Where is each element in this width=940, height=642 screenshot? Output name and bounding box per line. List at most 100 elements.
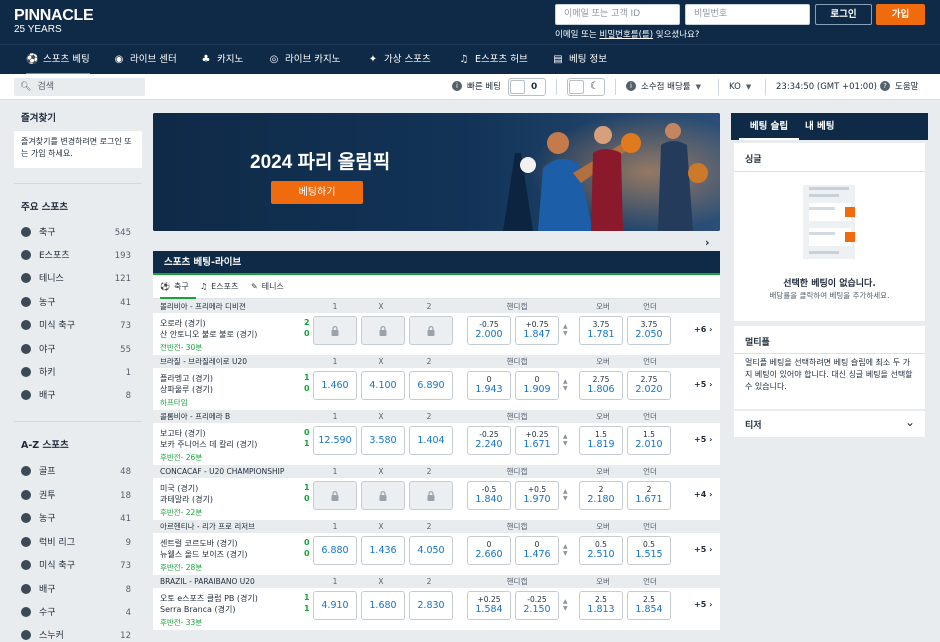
- line-switch-icon[interactable]: ▲ ▼: [563, 543, 568, 557]
- away-team[interactable]: 상파울루 (경기): [160, 384, 213, 395]
- away-team[interactable]: 과테말라 (경기): [160, 494, 213, 505]
- sidebar-item-golf[interactable]: 골프 48: [21, 465, 131, 479]
- odds-home-button[interactable]: 6.880: [313, 536, 357, 565]
- dark-mode-toggle[interactable]: ☾: [567, 78, 605, 96]
- league-header[interactable]: CONCACAF - U20 CHAMPIONSHIP 1 X 2 핸디캡 오버 언더: [153, 465, 720, 478]
- odds-away-button[interactable]: 6.890: [409, 371, 453, 400]
- nav-sports-betting[interactable]: ⚽ 스포츠 베팅: [26, 45, 90, 75]
- teaser-panel[interactable]: 티저 ⌄: [734, 411, 925, 437]
- handicap-away-button[interactable]: 0 1.476: [515, 536, 559, 565]
- line-switch-icon[interactable]: ▲ ▼: [563, 433, 568, 447]
- sidebar-item-soccer[interactable]: 축구 545: [21, 226, 131, 240]
- league-header[interactable]: BRAZIL - PARAIBANO U20 1 X 2 핸디캡 오버 언더: [153, 575, 720, 588]
- sidebar-item-tennis[interactable]: 테니스 121: [21, 272, 131, 286]
- chevron-down-icon[interactable]: ⌄: [905, 415, 915, 429]
- odds-home-button[interactable]: 12.590: [313, 426, 357, 455]
- over-button[interactable]: 2 2.180: [579, 481, 623, 510]
- handicap-away-button[interactable]: +0.5 1.970: [515, 481, 559, 510]
- home-team[interactable]: 보고타 (경기): [160, 428, 206, 439]
- league-header[interactable]: 브라질 - 브라질레이로 U20 1 X 2 핸디캡 오버 언더: [153, 355, 720, 368]
- line-switch-icon[interactable]: ▲ ▼: [563, 488, 568, 502]
- home-team[interactable]: 센트럴 코르도바 (경기): [160, 538, 238, 549]
- odds-home-button[interactable]: 1.460: [313, 371, 357, 400]
- over-button[interactable]: 2.5 1.813: [579, 591, 623, 620]
- login-button[interactable]: 로그인: [815, 4, 872, 25]
- sidebar-item-american-football[interactable]: 미식 축구 73: [21, 319, 131, 333]
- tab-soccer[interactable]: ⚽ 축구: [160, 275, 196, 299]
- handicap-home-button[interactable]: -0.75 2.000: [467, 316, 511, 345]
- home-team[interactable]: 오로라 (경기): [160, 318, 206, 329]
- chevron-right-icon[interactable]: ›: [705, 236, 710, 249]
- match-row[interactable]: 플라멩고 (경기) 상파울루 (경기) 1 0 하프타임 1.460 4.100 6.890 0…: [153, 368, 720, 410]
- over-button[interactable]: 2.75 1.806: [579, 371, 623, 400]
- more-markets-button[interactable]: +4 ›: [694, 490, 712, 499]
- under-button[interactable]: 2 1.671: [627, 481, 671, 510]
- promo-banner[interactable]: 2024 파리 올림픽 베팅하기: [153, 113, 720, 231]
- handicap-away-button[interactable]: 0 1.909: [515, 371, 559, 400]
- match-row[interactable]: 센트럴 코르도바 (경기) 뉴웰스 올드 보이즈 (경기) 0 0 후반전- 28분 6.…: [153, 533, 720, 575]
- line-switch-icon[interactable]: ▲ ▼: [563, 378, 568, 392]
- sidebar-item-esports[interactable]: E스포츠 193: [21, 249, 131, 263]
- odds-draw-button[interactable]: 3.580: [361, 426, 405, 455]
- more-markets-button[interactable]: +5 ›: [694, 545, 712, 554]
- handicap-home-button[interactable]: -0.5 1.840: [467, 481, 511, 510]
- under-button[interactable]: 2.5 1.854: [627, 591, 671, 620]
- password-field[interactable]: 비밀번호: [685, 4, 810, 25]
- more-markets-button[interactable]: +6 ›: [694, 325, 712, 334]
- home-team[interactable]: 미국 (경기): [160, 483, 198, 494]
- more-markets-button[interactable]: +5 ›: [694, 600, 712, 609]
- odds-draw-button[interactable]: 4.100: [361, 371, 405, 400]
- sidebar-item-baseball[interactable]: 야구 55: [21, 343, 131, 357]
- away-team[interactable]: 산 안토니오 불로 불로 (경기): [160, 329, 257, 340]
- handicap-home-button[interactable]: +0.25 1.584: [467, 591, 511, 620]
- away-team[interactable]: Serra Branca (경기): [160, 604, 235, 615]
- email-field[interactable]: 이메일 또는 고객 ID: [555, 4, 680, 25]
- match-row[interactable]: 오토 e스포츠 클럽 PB (경기) Serra Branca (경기) 1 1 후반전…: [153, 588, 720, 630]
- nav-casino[interactable]: ♣ 카지노: [200, 45, 244, 75]
- away-team[interactable]: 보카 주니어스 데 칼리 (경기): [160, 439, 257, 450]
- line-switch-icon[interactable]: ▲ ▼: [563, 323, 568, 337]
- search-input[interactable]: 🔍︎ 검색: [14, 78, 145, 96]
- over-button[interactable]: 3.75 1.781: [579, 316, 623, 345]
- sidebar-item-basketball[interactable]: 농구 41: [21, 296, 131, 310]
- odds-draw-button[interactable]: 1.680: [361, 591, 405, 620]
- tab-esports[interactable]: ♫ E스포츠: [200, 275, 246, 299]
- sidebar-item-volleyball[interactable]: 배구 8: [21, 389, 131, 403]
- sidebar-item-basketball-az[interactable]: 농구 41: [21, 512, 131, 526]
- league-header[interactable]: 콜롬비아 - 프리메라 B 1 X 2 핸디캡 오버 언더: [153, 410, 720, 423]
- home-team[interactable]: 오토 e스포츠 클럽 PB (경기): [160, 593, 258, 604]
- sidebar-item-boxing[interactable]: 권투 18: [21, 489, 131, 503]
- tab-bet-slip[interactable]: 베팅 슬립: [739, 113, 799, 140]
- nav-esports-hub[interactable]: ♫ E스포츠 허브: [458, 45, 528, 75]
- under-button[interactable]: 3.75 2.050: [627, 316, 671, 345]
- away-team[interactable]: 뉴웰스 올드 보이즈 (경기): [160, 549, 247, 560]
- handicap-away-button[interactable]: +0.75 1.847: [515, 316, 559, 345]
- over-button[interactable]: 0.5 2.510: [579, 536, 623, 565]
- sidebar-item-american-football-az[interactable]: 미식 축구 73: [21, 559, 131, 573]
- odds-home-button[interactable]: 4.910: [313, 591, 357, 620]
- odds-format-select[interactable]: i 소수점 배당률 ▼: [626, 74, 701, 100]
- nav-live-center[interactable]: ◉ 라이브 센터: [113, 45, 177, 75]
- nav-live-casino[interactable]: ◎ 라이브 카지노: [268, 45, 341, 75]
- under-button[interactable]: 0.5 1.515: [627, 536, 671, 565]
- league-header[interactable]: 볼리비아 - 프리메라 디비젼 1 X 2 핸디캡 오버 언더: [153, 300, 720, 313]
- language-select[interactable]: KO ▼: [729, 74, 751, 100]
- nav-betting-info[interactable]: ▤ 베팅 정보: [552, 45, 607, 75]
- help-link[interactable]: ? 도움말: [880, 74, 918, 100]
- sidebar-item-rugby-league[interactable]: 럭비 리그 9: [21, 536, 131, 550]
- league-header[interactable]: 아르헨티나 - 리가 프로 리저브 1 X 2 핸디캡 오버 언더: [153, 520, 720, 533]
- handicap-home-button[interactable]: 0 1.943: [467, 371, 511, 400]
- match-row[interactable]: 오로라 (경기) 산 안토니오 불로 불로 (경기) 2 0 전반전- 30분 -0.75…: [153, 313, 720, 355]
- odds-away-button[interactable]: 2.830: [409, 591, 453, 620]
- line-switch-icon[interactable]: ▲ ▼: [563, 598, 568, 612]
- odds-draw-button[interactable]: 1.436: [361, 536, 405, 565]
- pinnacle-logo[interactable]: PINNACLE 25 YEARS: [14, 8, 94, 36]
- sidebar-item-water-polo[interactable]: 수구 4: [21, 606, 131, 620]
- handicap-away-button[interactable]: +0.25 1.671: [515, 426, 559, 455]
- tab-tennis[interactable]: ✎ 테니스: [251, 275, 291, 299]
- home-team[interactable]: 플라멩고 (경기): [160, 373, 213, 384]
- under-button[interactable]: 1.5 2.010: [627, 426, 671, 455]
- handicap-home-button[interactable]: 0 2.660: [467, 536, 511, 565]
- odds-away-button[interactable]: 4.050: [409, 536, 453, 565]
- odds-away-button[interactable]: 1.404: [409, 426, 453, 455]
